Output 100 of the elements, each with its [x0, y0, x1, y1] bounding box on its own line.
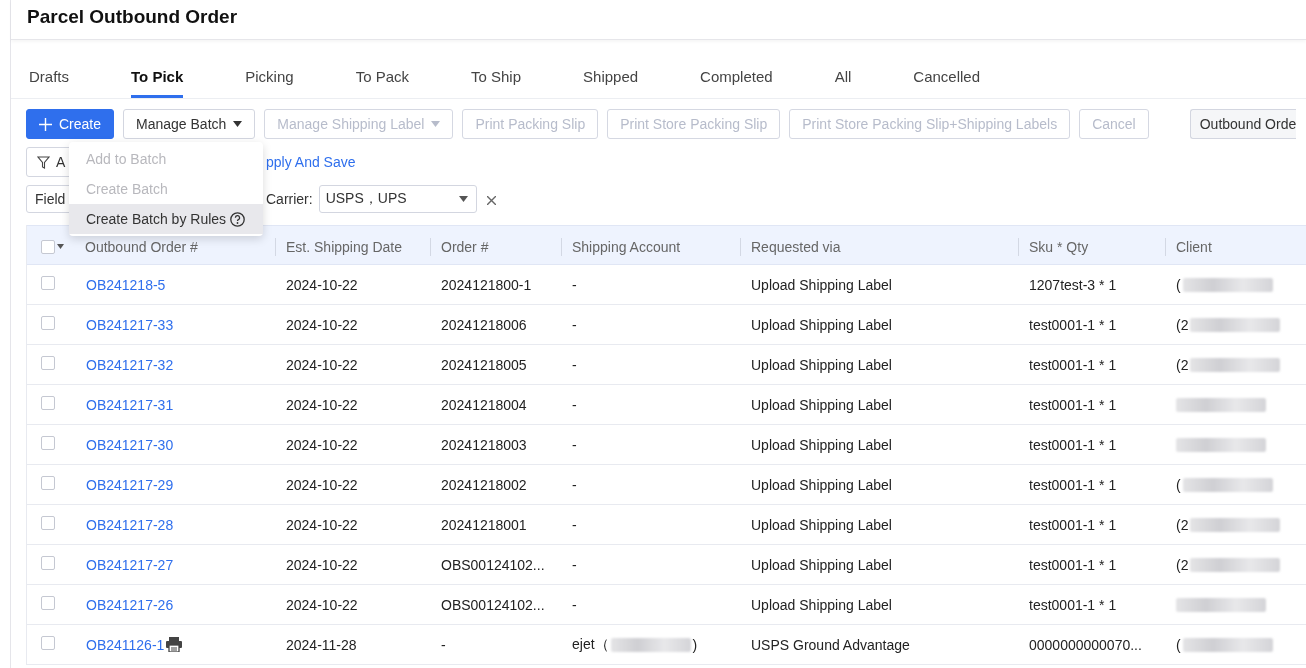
- dropdown-button[interactable]: Manage Batch: [123, 109, 256, 139]
- tab[interactable]: Cancelled: [913, 58, 981, 98]
- table-cell-text: 2024-10-22: [285, 476, 359, 493]
- carrier-select[interactable]: USPS，UPS: [318, 185, 477, 213]
- table-cell-text: OBS00124102...: [440, 596, 546, 613]
- table-cell: -: [572, 516, 577, 533]
- table-cell: -: [572, 596, 577, 613]
- table-cell-text: Upload Shipping Label: [750, 596, 893, 613]
- outbound-order-button[interactable]: Outbound Orde: [1189, 109, 1297, 139]
- column-header: Est. Shipping Date: [275, 237, 430, 256]
- table-cell: -: [572, 476, 577, 493]
- order-link[interactable]: OB241126-1: [86, 636, 165, 653]
- table-cell-text: test0001-1 * 1: [1028, 556, 1118, 573]
- table-cell-text: Upload Shipping Label: [750, 356, 893, 373]
- plus-icon: [39, 117, 52, 131]
- table-cell: -: [572, 396, 577, 413]
- table-cell-text: 20241218001: [440, 516, 528, 533]
- table-cell-text: 20241218004: [440, 396, 528, 413]
- checkbox[interactable]: [41, 476, 55, 490]
- order-link[interactable]: OB241217-32: [86, 356, 174, 373]
- table-cell-text: OBS00124102...: [440, 556, 546, 573]
- checkbox[interactable]: [41, 239, 55, 254]
- table-cell-text: 0000000000070...: [1028, 636, 1143, 653]
- table-cell-text: 2024-11-28: [285, 636, 358, 653]
- apply-save-link[interactable]: pply And Save: [266, 154, 356, 170]
- tab[interactable]: To Pick: [131, 58, 184, 98]
- table-cell: ejet（: [572, 635, 609, 654]
- column-header: Outbound Order #: [84, 237, 199, 256]
- column-header: Requested via: [740, 237, 1018, 256]
- column-header: Client: [1165, 237, 1306, 256]
- checkbox[interactable]: [41, 276, 55, 290]
- table-cell-text: 2024-10-22: [285, 556, 359, 573]
- table-cell-text: 20241218006: [440, 316, 528, 333]
- table-cell-text: test0001-1 * 1: [1028, 476, 1118, 493]
- carrier-label: Carrier:: [266, 191, 313, 207]
- column-header: Shipping Account: [561, 237, 740, 256]
- filter-icon: [37, 155, 50, 169]
- tab[interactable]: Drafts: [29, 58, 69, 98]
- table-cell-text: 2024-10-22: [285, 276, 359, 293]
- checkbox[interactable]: [41, 636, 55, 650]
- checkbox[interactable]: [41, 556, 55, 570]
- table-cell-text: 20241218002: [440, 476, 528, 493]
- table-cell: (: [1176, 476, 1181, 493]
- order-link[interactable]: OB241217-33: [86, 316, 174, 333]
- tab[interactable]: Shipped: [583, 58, 639, 98]
- table-cell-text: 2024-10-22: [285, 516, 359, 533]
- table-cell-text: test0001-1 * 1: [1028, 356, 1118, 373]
- table-cell-text: 1207test-3 * 1: [1028, 276, 1118, 293]
- table-cell: (: [1176, 636, 1181, 653]
- caret-icon: [458, 196, 468, 202]
- caret-icon[interactable]: [57, 244, 64, 249]
- checkbox[interactable]: [41, 516, 55, 530]
- table-cell-text: test0001-1 * 1: [1028, 316, 1118, 333]
- table-cell-text: -: [440, 636, 447, 653]
- tab[interactable]: To Ship: [471, 58, 522, 98]
- close-icon[interactable]: [486, 195, 496, 205]
- table-cell-text: Upload Shipping Label: [750, 276, 893, 293]
- checkbox[interactable]: [41, 316, 55, 330]
- caret-icon: [431, 121, 441, 127]
- order-link[interactable]: OB241217-31: [86, 396, 174, 413]
- table-cell-text: Upload Shipping Label: [750, 436, 893, 453]
- order-link[interactable]: OB241217-29: [86, 476, 174, 493]
- checkbox[interactable]: [41, 596, 55, 610]
- table-cell-text: USPS Ground Advantage: [750, 636, 911, 653]
- table-cell: (2: [1176, 316, 1189, 333]
- order-link[interactable]: OB241217-28: [86, 516, 174, 533]
- table-cell-text: Upload Shipping Label: [750, 476, 893, 493]
- table-cell: (2: [1176, 556, 1189, 573]
- order-link[interactable]: OB241217-26: [86, 596, 174, 613]
- table-cell-text: 2024-10-22: [285, 396, 359, 413]
- table-cell: ): [692, 636, 698, 653]
- table-cell-text: 20241218005: [440, 356, 528, 373]
- column-header: Sku * Qty: [1018, 237, 1165, 256]
- table-cell: -: [572, 316, 577, 333]
- checkbox[interactable]: [41, 396, 55, 410]
- create-button[interactable]: Create: [26, 109, 115, 139]
- order-link[interactable]: OB241217-27: [86, 556, 174, 573]
- table-cell: (2: [1176, 356, 1189, 373]
- tab[interactable]: Picking: [245, 58, 294, 98]
- checkbox[interactable]: [41, 436, 55, 450]
- table-cell-text: 2024-10-22: [285, 436, 359, 453]
- tab[interactable]: To Pack: [355, 58, 409, 98]
- menu-item[interactable]: Create Batch by Rules: [69, 204, 263, 234]
- table-cell: (2: [1176, 516, 1189, 533]
- table-cell-text: 2024-10-22: [285, 316, 359, 333]
- table-cell: (: [1176, 276, 1181, 293]
- table-cell-text: test0001-1 * 1: [1028, 436, 1118, 453]
- order-link[interactable]: OB241218-5: [86, 276, 166, 293]
- table-cell: -: [572, 276, 577, 293]
- table-cell: -: [572, 556, 577, 573]
- order-link[interactable]: OB241217-30: [86, 436, 174, 453]
- column-header: Order #: [430, 237, 561, 256]
- table-cell-text: Upload Shipping Label: [750, 556, 893, 573]
- tab[interactable]: All: [834, 58, 852, 98]
- checkbox[interactable]: [41, 356, 55, 370]
- table-cell-text: 2024-10-22: [285, 596, 359, 613]
- table-cell-text: Upload Shipping Label: [750, 516, 893, 533]
- tab[interactable]: Completed: [700, 58, 773, 98]
- table-cell: -: [572, 356, 577, 373]
- table-cell-text: test0001-1 * 1: [1028, 396, 1118, 413]
